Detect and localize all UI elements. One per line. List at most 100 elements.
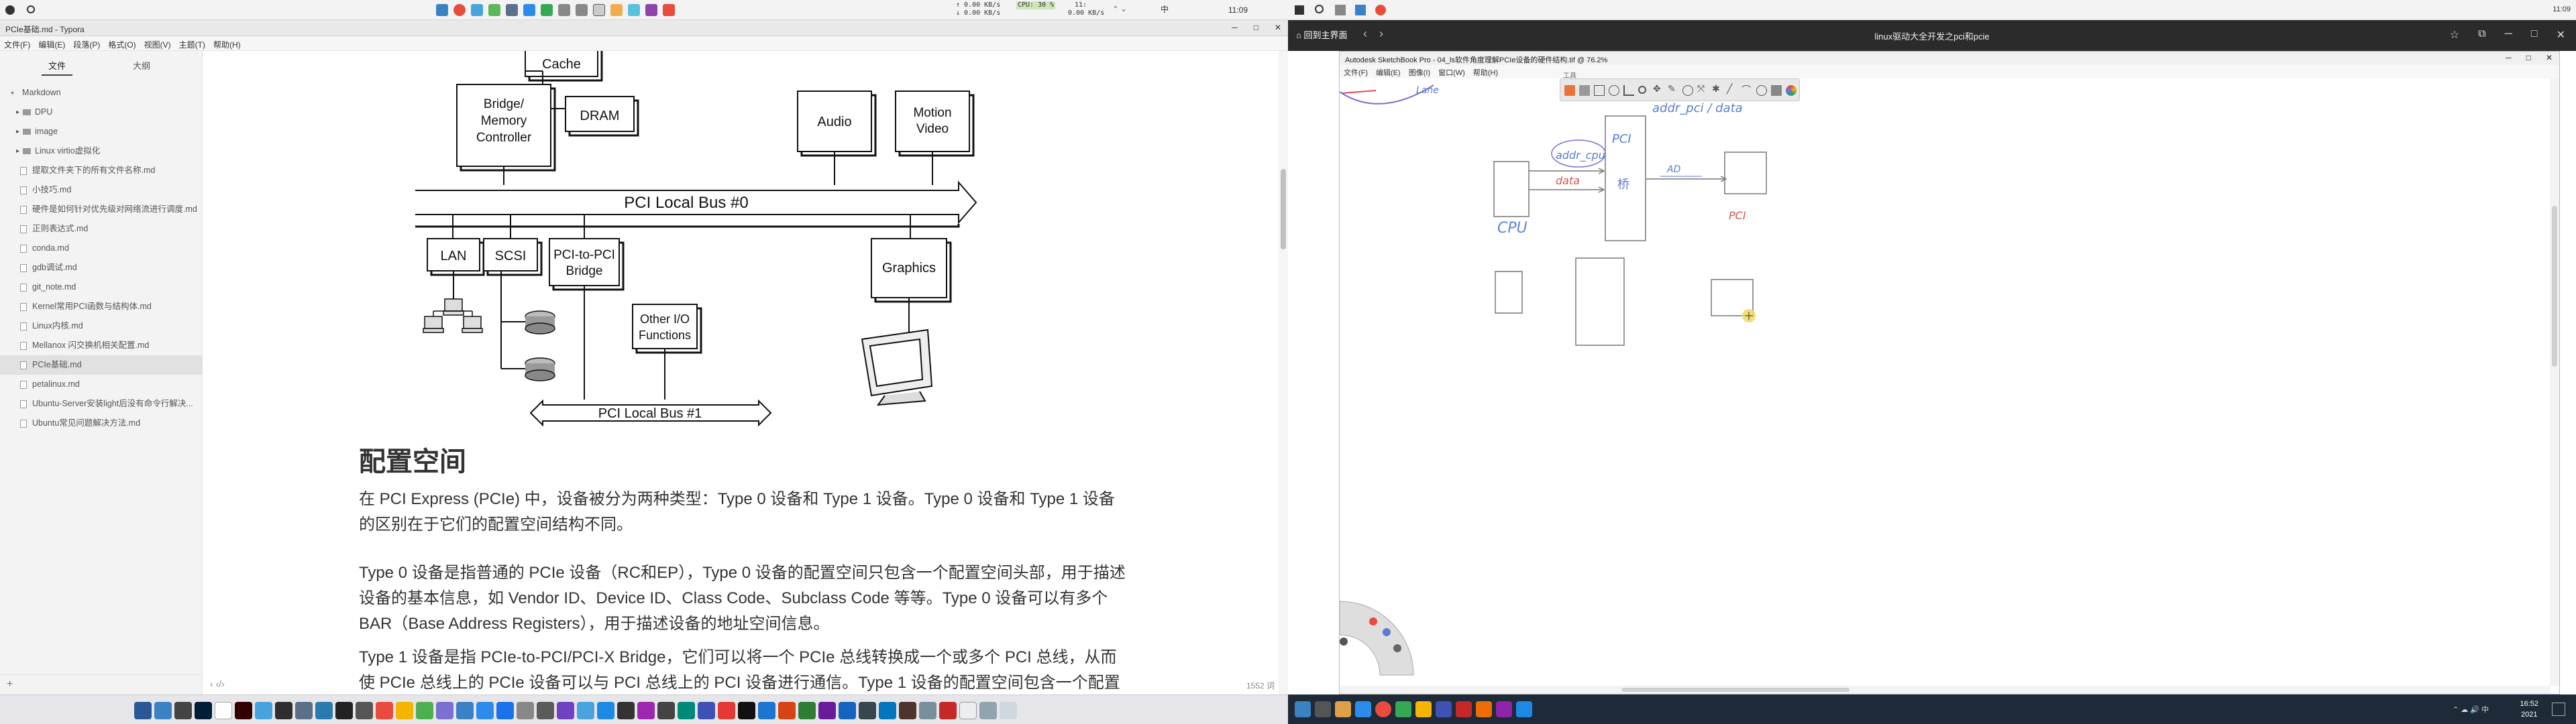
tree-file[interactable]: petalinux.md — [0, 375, 203, 394]
tree-file[interactable]: 小技巧.md — [0, 180, 203, 200]
tree-folder-image[interactable]: ▸ image — [0, 122, 203, 141]
app-icon-a[interactable] — [1355, 5, 1366, 15]
tree-folder-dpu[interactable]: ▸ DPU — [0, 103, 203, 122]
pencil-icon[interactable]: ✎ — [1668, 83, 1678, 94]
brush-icon[interactable] — [1564, 85, 1575, 96]
taskbar-icon-6[interactable] — [295, 702, 313, 719]
curve-icon[interactable]: ⌒ — [1741, 83, 1752, 95]
app-icon-b[interactable] — [1375, 5, 1386, 15]
tree-file[interactable]: Kernel常用PCI函数与结构体.md — [0, 297, 203, 316]
taskbar-icon-22[interactable] — [617, 702, 635, 719]
close-button[interactable]: ✕ — [1275, 23, 1281, 32]
taskbar-icon-8[interactable] — [335, 702, 353, 719]
taskbar-icon-30[interactable] — [839, 702, 856, 719]
taskbar-green-icon[interactable] — [1395, 701, 1411, 717]
taskbar-lightblue-icon[interactable] — [1516, 701, 1532, 717]
windows-start-icon[interactable] — [5, 5, 15, 15]
status-nav-buttons[interactable]: ‹ ‹/› — [210, 678, 225, 689]
undo-icon[interactable] — [1579, 85, 1590, 96]
tree-file[interactable]: gdb调试.md — [0, 258, 203, 278]
search-icon[interactable] — [27, 5, 35, 13]
taskbar-icon-5[interactable] — [275, 702, 292, 719]
taskbar-icon-34[interactable] — [919, 702, 936, 719]
app-icon-chrome[interactable] — [453, 4, 466, 16]
app-icon-explorer[interactable] — [471, 4, 483, 16]
sk-menu-edit[interactable]: 编辑(E) — [1372, 65, 1405, 80]
tree-root[interactable]: ▾ Markdown — [0, 83, 203, 103]
pip-button[interactable]: ⧉ — [2478, 28, 2485, 42]
canvas-scrollbar-vertical[interactable] — [2550, 78, 2559, 686]
tree-file-selected[interactable]: PCIe基础.md — [0, 355, 203, 375]
taskbar-edge-icon[interactable] — [1355, 701, 1371, 717]
app-icon-wechat[interactable] — [488, 4, 500, 16]
app-icon-files[interactable] — [506, 4, 518, 16]
app-icon-cyan[interactable] — [628, 4, 640, 16]
ime-indicator[interactable]: 中 — [1161, 5, 1169, 13]
taskbar-icon-25[interactable] — [678, 702, 695, 719]
taskbar-chrome-icon[interactable] — [1375, 701, 1391, 717]
taskbar-icon-33[interactable] — [899, 702, 916, 719]
editor-scrollbar[interactable] — [1279, 51, 1288, 695]
lasso-icon[interactable] — [1609, 85, 1619, 96]
taskbar-icon-start[interactable] — [134, 702, 152, 719]
canvas-h-thumb[interactable] — [1621, 688, 1849, 692]
taskbar-icon-15[interactable] — [476, 702, 494, 719]
editor-scroll-thumb[interactable] — [1281, 169, 1286, 249]
symmetry-icon[interactable] — [1682, 85, 1693, 96]
taskbar-icon-4[interactable] — [255, 702, 272, 719]
taskbar-icon-24[interactable] — [657, 702, 675, 719]
layers-icon[interactable] — [1771, 85, 1782, 96]
taskbar-icon-14[interactable] — [456, 702, 474, 719]
taskbar-blue-icon[interactable] — [1436, 701, 1452, 717]
taskbar-start-icon[interactable] — [1295, 701, 1311, 717]
tree-file[interactable]: Ubuntu-Server安装light后没有命令行解决... — [0, 394, 203, 414]
app-icon-orange[interactable] — [610, 4, 623, 16]
taskbar-icon-1[interactable] — [154, 702, 172, 719]
line-icon[interactable]: ╱ — [1727, 83, 1737, 94]
ellipse-icon[interactable] — [1756, 85, 1767, 96]
taskbar-icon-37[interactable] — [979, 702, 997, 719]
taskbar-search-icon[interactable] — [1315, 701, 1331, 717]
distort-icon[interactable]: ✱ — [1712, 83, 1723, 94]
close-button[interactable]: ✕ — [2557, 28, 2565, 42]
taskbar-icon-3[interactable] — [215, 702, 232, 719]
windows-start-icon[interactable] — [1295, 5, 1304, 15]
transform-icon[interactable]: ⤧ — [1697, 83, 1708, 94]
pin-button[interactable]: ☆ — [2450, 28, 2459, 42]
minimize-button[interactable]: ─ — [1232, 23, 1238, 32]
taskbar-orange-icon[interactable] — [1476, 701, 1492, 717]
tree-file[interactable]: conda.md — [0, 239, 203, 258]
taskbar-icon-word[interactable] — [758, 702, 775, 719]
app-icon-purple[interactable] — [645, 4, 657, 16]
tree-file[interactable]: 提取文件夹下的所有文件名称.md — [0, 161, 203, 180]
search-icon[interactable] — [1315, 5, 1324, 13]
tree-folder-virtio[interactable]: ▸ Linux virtio虚拟化 — [0, 141, 203, 161]
taskview-icon[interactable] — [1335, 5, 1346, 15]
tree-file[interactable]: 硬件是如何针对优先级对网络流进行调度.md — [0, 200, 203, 219]
taskbar-icon-23[interactable] — [637, 702, 655, 719]
taskbar-icon-11[interactable] — [396, 702, 413, 719]
taskbar-icon-10[interactable] — [376, 702, 393, 719]
app-icon-green[interactable] — [541, 4, 553, 16]
sk-menu-help[interactable]: 帮助(H) — [1469, 65, 1502, 80]
app-icon-gray2[interactable] — [576, 4, 588, 16]
app-icon-typora[interactable] — [593, 4, 605, 16]
sketch-maximize-button[interactable]: □ — [2526, 53, 2531, 62]
tab-files[interactable]: 文件 — [41, 59, 73, 76]
taskbar-icon-21[interactable] — [597, 702, 614, 719]
taskbar-icon-31[interactable] — [859, 702, 876, 719]
taskbar-red-icon[interactable] — [1456, 701, 1472, 717]
word-count[interactable]: 1552 词 — [1246, 680, 1275, 691]
taskbar-icon-16[interactable] — [496, 702, 514, 719]
app-icon-gray[interactable] — [558, 4, 570, 16]
sketch-minimize-button[interactable]: ─ — [2506, 53, 2512, 62]
taskbar-icon-19[interactable] — [557, 702, 574, 719]
taskbar-icon-excel[interactable] — [798, 702, 816, 719]
taskbar-icon-38[interactable] — [1000, 702, 1017, 719]
canvas-scrollbar-horizontal[interactable] — [1340, 686, 2551, 694]
app-icon-vscode[interactable] — [523, 4, 535, 16]
drawing-canvas[interactable]: Lane CPU PCI 桥 addr_cpu data AD PCI addr… — [1340, 78, 2551, 686]
taskbar-purple-icon[interactable] — [1496, 701, 1512, 717]
sketch-close-button[interactable]: ✕ — [2546, 53, 2553, 62]
taskbar-icon-2[interactable] — [174, 702, 192, 719]
